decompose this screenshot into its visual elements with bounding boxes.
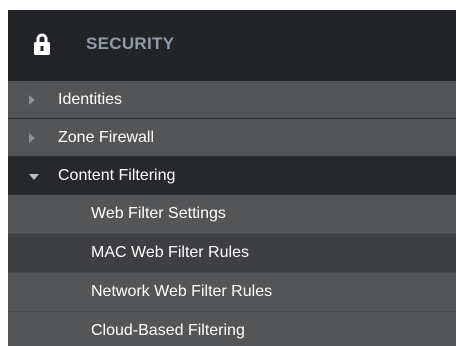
subnav-item-label: Network Web Filter Rules xyxy=(91,283,273,300)
nav-item-content-filtering[interactable]: Content Filtering xyxy=(8,157,456,195)
nav-item-zone-firewall[interactable]: Zone Firewall xyxy=(8,119,456,157)
security-sidebar: SECURITY Identities Zone Firewall Conten… xyxy=(8,10,456,346)
subnav-item-web-filter-settings[interactable]: Web Filter Settings xyxy=(8,195,456,234)
subnav-item-cloud-based-filtering[interactable]: Cloud-Based Filtering xyxy=(8,312,456,346)
nav-item-identities[interactable]: Identities xyxy=(8,81,456,119)
subnav-item-label: Cloud-Based Filtering xyxy=(91,322,245,339)
section-title: SECURITY xyxy=(86,34,175,53)
chevron-right-icon xyxy=(29,94,35,105)
chevron-right-icon xyxy=(29,132,35,143)
chevron-down-icon xyxy=(29,173,39,180)
subnav-item-mac-web-filter-rules[interactable]: MAC Web Filter Rules xyxy=(8,234,456,273)
nav-item-label: Identities xyxy=(58,90,123,108)
nav-item-label: Content Filtering xyxy=(58,166,176,184)
security-section-header[interactable]: SECURITY xyxy=(8,10,456,81)
lock-icon xyxy=(34,33,50,55)
nav-item-label: Zone Firewall xyxy=(58,128,155,146)
subnav-item-label: MAC Web Filter Rules xyxy=(91,244,249,261)
subnav-item-network-web-filter-rules[interactable]: Network Web Filter Rules xyxy=(8,273,456,312)
subnav-item-label: Web Filter Settings xyxy=(91,205,226,222)
